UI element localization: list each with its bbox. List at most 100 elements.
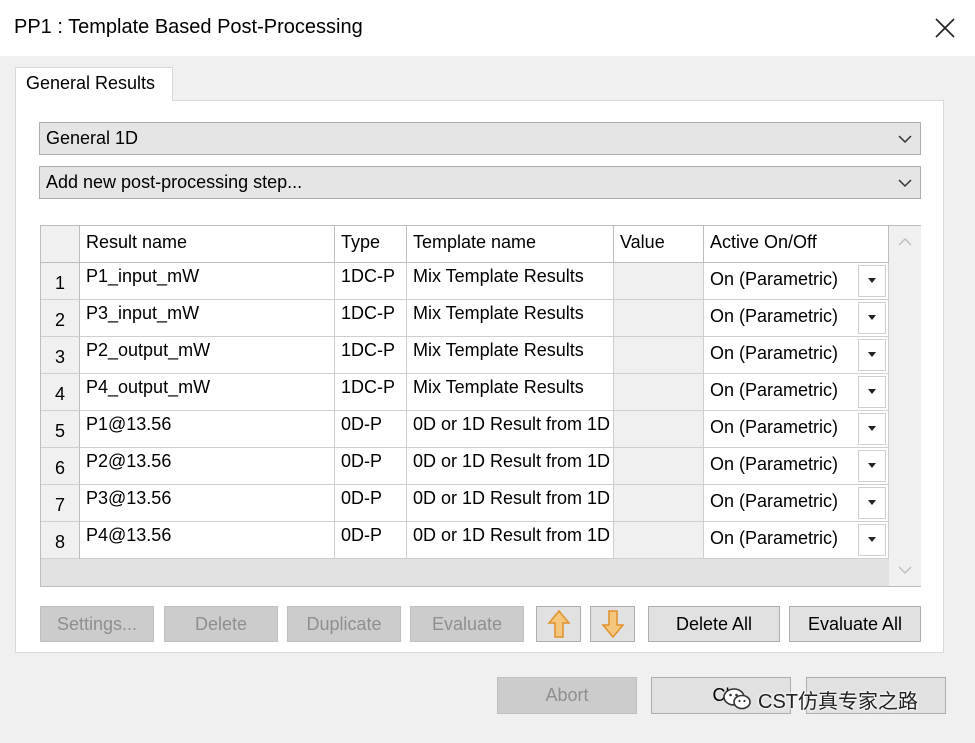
cell-template-name[interactable]: Mix Template Results: [407, 263, 614, 300]
cell-active[interactable]: On (Parametric): [704, 522, 889, 559]
cell-type[interactable]: 1DC-P: [335, 374, 407, 411]
active-select-value: On (Parametric): [710, 491, 839, 511]
caret-down-icon: [868, 278, 876, 283]
watermark-text: CST仿真专家之路: [758, 690, 918, 713]
cell-value[interactable]: [614, 411, 704, 448]
abort-button[interactable]: Abort: [497, 677, 637, 714]
chevron-down-icon: [898, 179, 912, 188]
cell-template-name[interactable]: 0D or 1D Result from 1D: [407, 485, 614, 522]
caret-down-icon: [868, 426, 876, 431]
cell-value[interactable]: [614, 337, 704, 374]
cell-result-name[interactable]: P2@13.56: [80, 448, 335, 485]
scroll-down-icon[interactable]: [897, 564, 913, 576]
cell-type[interactable]: 0D-P: [335, 411, 407, 448]
active-dropdown-button[interactable]: [858, 265, 886, 297]
cell-active[interactable]: On (Parametric): [704, 448, 889, 485]
column-header-value[interactable]: Value: [614, 226, 704, 263]
close-window-button[interactable]: [927, 10, 963, 46]
cell-type[interactable]: 1DC-P: [335, 263, 407, 300]
cell-active[interactable]: On (Parametric): [704, 263, 889, 300]
cell-result-name[interactable]: P2_output_mW: [80, 337, 335, 374]
cell-value[interactable]: [614, 448, 704, 485]
caret-down-icon: [868, 315, 876, 320]
active-select-value: On (Parametric): [710, 454, 839, 474]
cell-value[interactable]: [614, 374, 704, 411]
cell-template-name[interactable]: Mix Template Results: [407, 300, 614, 337]
arrow-down-icon: [600, 610, 625, 639]
watermark: CST仿真专家之路: [722, 684, 972, 714]
add-step-dropdown-value: Add new post-processing step...: [46, 172, 303, 192]
cell-active[interactable]: On (Parametric): [704, 374, 889, 411]
cell-result-name[interactable]: P3_input_mW: [80, 300, 335, 337]
active-select-value: On (Parametric): [710, 343, 839, 363]
table-row[interactable]: 8 P4@13.56 0D-P 0D or 1D Result from 1D On (…: [41, 522, 889, 559]
cell-template-name[interactable]: 0D or 1D Result from 1D: [407, 411, 614, 448]
duplicate-button[interactable]: Duplicate: [287, 606, 401, 642]
cell-template-name[interactable]: 0D or 1D Result from 1D: [407, 448, 614, 485]
cell-result-name[interactable]: P3@13.56: [80, 485, 335, 522]
move-up-button[interactable]: [536, 606, 581, 642]
column-header-template-name[interactable]: Template name: [407, 226, 614, 263]
vertical-scrollbar[interactable]: [889, 226, 921, 586]
evaluate-button[interactable]: Evaluate: [410, 606, 524, 642]
cell-value[interactable]: [614, 485, 704, 522]
active-select-value: On (Parametric): [710, 528, 839, 548]
active-dropdown-button[interactable]: [858, 487, 886, 519]
row-number: 8: [41, 522, 80, 559]
table-row[interactable]: 1 P1_input_mW 1DC-P Mix Template Results On …: [41, 263, 889, 300]
arrow-up-icon: [546, 609, 571, 638]
row-number: 3: [41, 337, 80, 374]
cell-active[interactable]: On (Parametric): [704, 300, 889, 337]
table-row[interactable]: 7 P3@13.56 0D-P 0D or 1D Result from 1D On (…: [41, 485, 889, 522]
cell-template-name[interactable]: Mix Template Results: [407, 374, 614, 411]
delete-all-button[interactable]: Delete All: [648, 606, 780, 642]
cell-type[interactable]: 0D-P: [335, 485, 407, 522]
settings-button[interactable]: Settings...: [40, 606, 154, 642]
tab-general-results[interactable]: General Results: [15, 67, 173, 101]
column-header-type[interactable]: Type: [335, 226, 407, 263]
cell-active[interactable]: On (Parametric): [704, 411, 889, 448]
scroll-up-icon[interactable]: [897, 236, 913, 248]
active-select-value: On (Parametric): [710, 380, 839, 400]
category-dropdown-value: General 1D: [46, 128, 139, 148]
table-row[interactable]: 3 P2_output_mW 1DC-P Mix Template Results On…: [41, 337, 889, 374]
cell-template-name[interactable]: Mix Template Results: [407, 337, 614, 374]
row-number: 6: [41, 448, 80, 485]
cell-result-name[interactable]: P4@13.56: [80, 522, 335, 559]
column-header-result-name[interactable]: Result name: [80, 226, 335, 263]
add-step-dropdown[interactable]: Add new post-processing step...: [39, 166, 921, 199]
active-dropdown-button[interactable]: [858, 302, 886, 334]
active-select-value: On (Parametric): [710, 306, 839, 326]
cell-type[interactable]: 0D-P: [335, 448, 407, 485]
cell-template-name[interactable]: 0D or 1D Result from 1D: [407, 522, 614, 559]
caret-down-icon: [868, 500, 876, 505]
active-dropdown-button[interactable]: [858, 524, 886, 556]
table-row[interactable]: 5 P1@13.56 0D-P 0D or 1D Result from 1D On (…: [41, 411, 889, 448]
results-table: Result name Type Template name Value Act…: [40, 225, 921, 587]
active-select-value: On (Parametric): [710, 269, 839, 289]
delete-button[interactable]: Delete: [164, 606, 278, 642]
table-row[interactable]: 4 P4_output_mW 1DC-P Mix Template Results On…: [41, 374, 889, 411]
cell-result-name[interactable]: P1_input_mW: [80, 263, 335, 300]
table-row[interactable]: 2 P3_input_mW 1DC-P Mix Template Results On …: [41, 300, 889, 337]
move-down-button[interactable]: [590, 606, 635, 642]
cell-type[interactable]: 0D-P: [335, 522, 407, 559]
active-dropdown-button[interactable]: [858, 376, 886, 408]
active-dropdown-button[interactable]: [858, 339, 886, 371]
cell-value[interactable]: [614, 263, 704, 300]
cell-active[interactable]: On (Parametric): [704, 485, 889, 522]
cell-result-name[interactable]: P1@13.56: [80, 411, 335, 448]
cell-type[interactable]: 1DC-P: [335, 337, 407, 374]
cell-value[interactable]: [614, 522, 704, 559]
evaluate-all-button[interactable]: Evaluate All: [789, 606, 921, 642]
cell-type[interactable]: 1DC-P: [335, 300, 407, 337]
cell-active[interactable]: On (Parametric): [704, 337, 889, 374]
active-dropdown-button[interactable]: [858, 450, 886, 482]
category-dropdown[interactable]: General 1D: [39, 122, 921, 155]
table-row[interactable]: 6 P2@13.56 0D-P 0D or 1D Result from 1D On (…: [41, 448, 889, 485]
active-dropdown-button[interactable]: [858, 413, 886, 445]
cell-result-name[interactable]: P4_output_mW: [80, 374, 335, 411]
cell-value[interactable]: [614, 300, 704, 337]
table-corner: [41, 226, 80, 263]
column-header-active[interactable]: Active On/Off: [704, 226, 889, 263]
